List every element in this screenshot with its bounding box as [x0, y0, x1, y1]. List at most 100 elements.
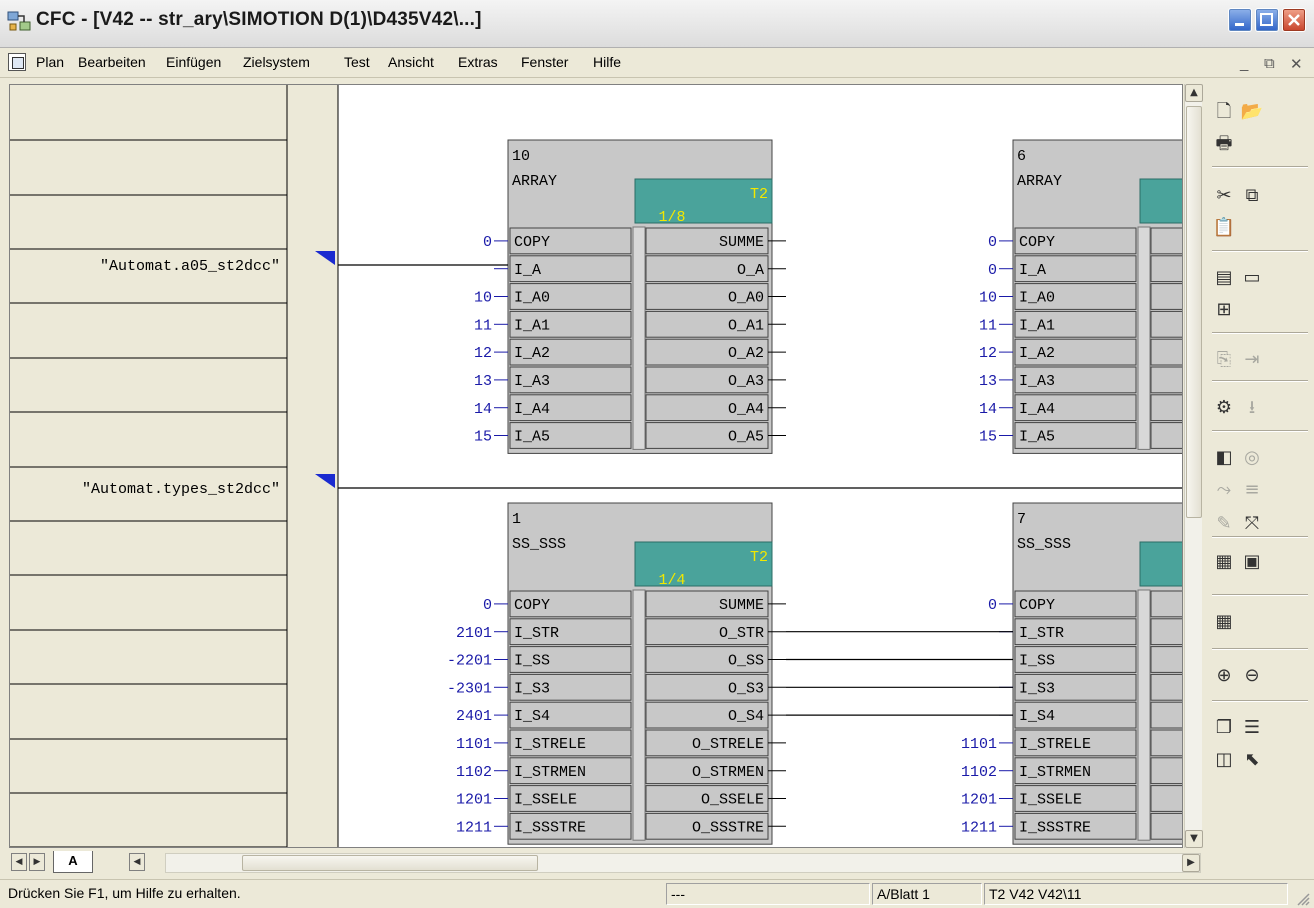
input-value[interactable]: 0 [988, 597, 997, 614]
maximize-button[interactable] [1255, 8, 1279, 32]
scroll-down-button[interactable]: ▼ [1185, 830, 1203, 848]
input-value[interactable]: 12 [979, 345, 997, 362]
zoom-in-icon[interactable]: ⊕ [1212, 664, 1236, 688]
compile-icon[interactable]: ⚙ [1212, 396, 1236, 420]
output-pin-cell[interactable] [1150, 366, 1183, 394]
input-value[interactable]: 1102 [456, 764, 492, 781]
menu-ansicht[interactable]: Ansicht [388, 54, 434, 70]
input-value[interactable]: 13 [474, 373, 492, 390]
vertical-scrollbar[interactable]: ▲ ▼ [1184, 84, 1203, 848]
input-value[interactable]: 0 [988, 262, 997, 279]
input-value[interactable]: -2301 [447, 680, 492, 697]
input-value[interactable]: 1101 [961, 736, 997, 753]
title-bar[interactable]: CFC - [V42 -- str_ary\SIMOTION D(1)\D435… [0, 0, 1314, 48]
output-pin-cell[interactable] [1150, 394, 1183, 422]
input-value[interactable]: 0 [988, 234, 997, 251]
tab-next-button[interactable]: ▶ [29, 853, 45, 871]
output-pin-cell[interactable] [1150, 227, 1183, 255]
menu-einfuegen[interactable]: Einfügen [166, 54, 221, 70]
input-value[interactable]: 1201 [961, 792, 997, 809]
tab-scroll-left-button[interactable]: ◀ [129, 853, 145, 871]
output-pin-cell[interactable] [1150, 590, 1183, 618]
input-value[interactable]: -2201 [447, 653, 492, 670]
input-value[interactable]: 14 [474, 401, 492, 418]
input-value[interactable]: 15 [474, 429, 492, 446]
disabled-compile-icon[interactable]: ⎘ [1212, 348, 1236, 372]
scroll-up-button[interactable]: ▲ [1185, 84, 1203, 102]
input-value[interactable]: 0 [483, 597, 492, 614]
tab-first-button[interactable]: ◀ [11, 853, 27, 871]
menu-test[interactable]: Test [344, 54, 370, 70]
output-pin-cell[interactable] [1150, 673, 1183, 701]
menu-zielsystem[interactable]: Zielsystem [243, 54, 310, 70]
disabled-arrow-icon[interactable]: ⇥ [1240, 348, 1264, 372]
horizontal-scrollbar[interactable]: ▶ [165, 853, 1201, 873]
cascade-icon[interactable]: ❐ [1212, 716, 1236, 740]
input-value[interactable]: 1211 [961, 819, 997, 836]
input-value[interactable]: 11 [979, 317, 997, 334]
input-value[interactable]: 11 [474, 317, 492, 334]
sheet-menu-icon[interactable]: ▦ [1212, 610, 1236, 634]
cut-icon[interactable]: ✂ [1212, 184, 1236, 208]
document-menu-icon[interactable] [8, 53, 26, 71]
scroll-right-button[interactable]: ▶ [1182, 854, 1200, 872]
input-value[interactable]: 12 [474, 345, 492, 362]
resize-grip-icon[interactable] [1296, 892, 1310, 906]
grid-icon[interactable]: ▦ [1212, 550, 1236, 574]
close-button[interactable] [1282, 8, 1306, 32]
input-value[interactable]: 0 [483, 234, 492, 251]
output-pin-cell[interactable] [1150, 785, 1183, 812]
horizontal-scroll-thumb[interactable] [242, 855, 538, 871]
mdi-close-button[interactable]: ✕ [1290, 55, 1303, 73]
input-value[interactable]: 14 [979, 401, 997, 418]
window-icon[interactable]: ▭ [1240, 266, 1264, 290]
overview-icon[interactable]: ⤧ [1240, 512, 1264, 536]
output-pin-cell[interactable] [1150, 283, 1183, 310]
output-pin-cell[interactable] [1150, 757, 1183, 785]
task-assignment-box[interactable] [1139, 541, 1183, 587]
download-icon[interactable]: ⭳ [1240, 396, 1264, 420]
output-pin-cell[interactable] [1150, 618, 1183, 646]
sheet-view-icon[interactable]: ▣ [1240, 550, 1264, 574]
paste-icon[interactable]: 📋 [1212, 216, 1236, 240]
output-pin-cell[interactable] [1150, 338, 1183, 366]
test-mode-icon[interactable]: ◧ [1212, 446, 1236, 470]
output-pin-cell[interactable] [1150, 701, 1183, 729]
zoom-out-icon[interactable]: ⊖ [1240, 664, 1264, 688]
menu-bearbeiten[interactable]: Bearbeiten [78, 54, 146, 70]
input-value[interactable]: 13 [979, 373, 997, 390]
input-value[interactable]: 2101 [456, 625, 492, 642]
task-assignment-box[interactable] [1139, 178, 1183, 224]
input-value[interactable]: 1101 [456, 736, 492, 753]
new-file-icon[interactable]: 🗋 [1212, 100, 1236, 124]
output-pin-cell[interactable] [1150, 729, 1183, 757]
sheet-tab-a[interactable]: A [53, 851, 93, 873]
catalog-icon[interactable]: ▤ [1212, 266, 1236, 290]
tile-horizontal-icon[interactable]: ☰ [1240, 716, 1264, 740]
margin-operand-label[interactable]: "Automat.types_st2dcc" [82, 481, 280, 498]
output-pin-cell[interactable] [1150, 422, 1183, 449]
help-pointer-icon[interactable]: ⬉ [1240, 748, 1264, 772]
cfc-chart-area[interactable]: "Automat.a05_st2dcc" "Automat.types_st2dc… [9, 84, 1183, 848]
disabled-line-icon[interactable]: ≡ [1240, 478, 1264, 502]
menu-extras[interactable]: Extras [458, 54, 498, 70]
open-folder-icon[interactable]: 📂 [1240, 100, 1264, 124]
disabled-edit-icon[interactable]: ✎ [1212, 512, 1236, 536]
output-pin-cell[interactable] [1150, 646, 1183, 673]
output-pin-cell[interactable] [1150, 255, 1183, 283]
input-value[interactable]: 10 [979, 290, 997, 307]
tile-vertical-icon[interactable]: ◫ [1212, 748, 1236, 772]
output-pin-cell[interactable] [1150, 812, 1183, 840]
copy-icon[interactable]: ⧉ [1240, 184, 1264, 208]
menu-plan[interactable]: Plan [36, 54, 64, 70]
margin-operand-label[interactable]: "Automat.a05_st2dcc" [100, 258, 280, 275]
mdi-restore-button[interactable]: ⧉ [1264, 55, 1275, 72]
menu-fenster[interactable]: Fenster [521, 54, 568, 70]
input-value[interactable]: 2401 [456, 708, 492, 725]
input-value[interactable]: 1201 [456, 792, 492, 809]
menu-hilfe[interactable]: Hilfe [593, 54, 621, 70]
disabled-link-icon[interactable]: ⤳ [1212, 478, 1236, 502]
print-icon[interactable]: 🖶 [1212, 132, 1236, 156]
input-value[interactable]: 15 [979, 429, 997, 446]
cfc-sheet[interactable]: "Automat.a05_st2dcc" "Automat.types_st2dc… [10, 85, 1183, 848]
